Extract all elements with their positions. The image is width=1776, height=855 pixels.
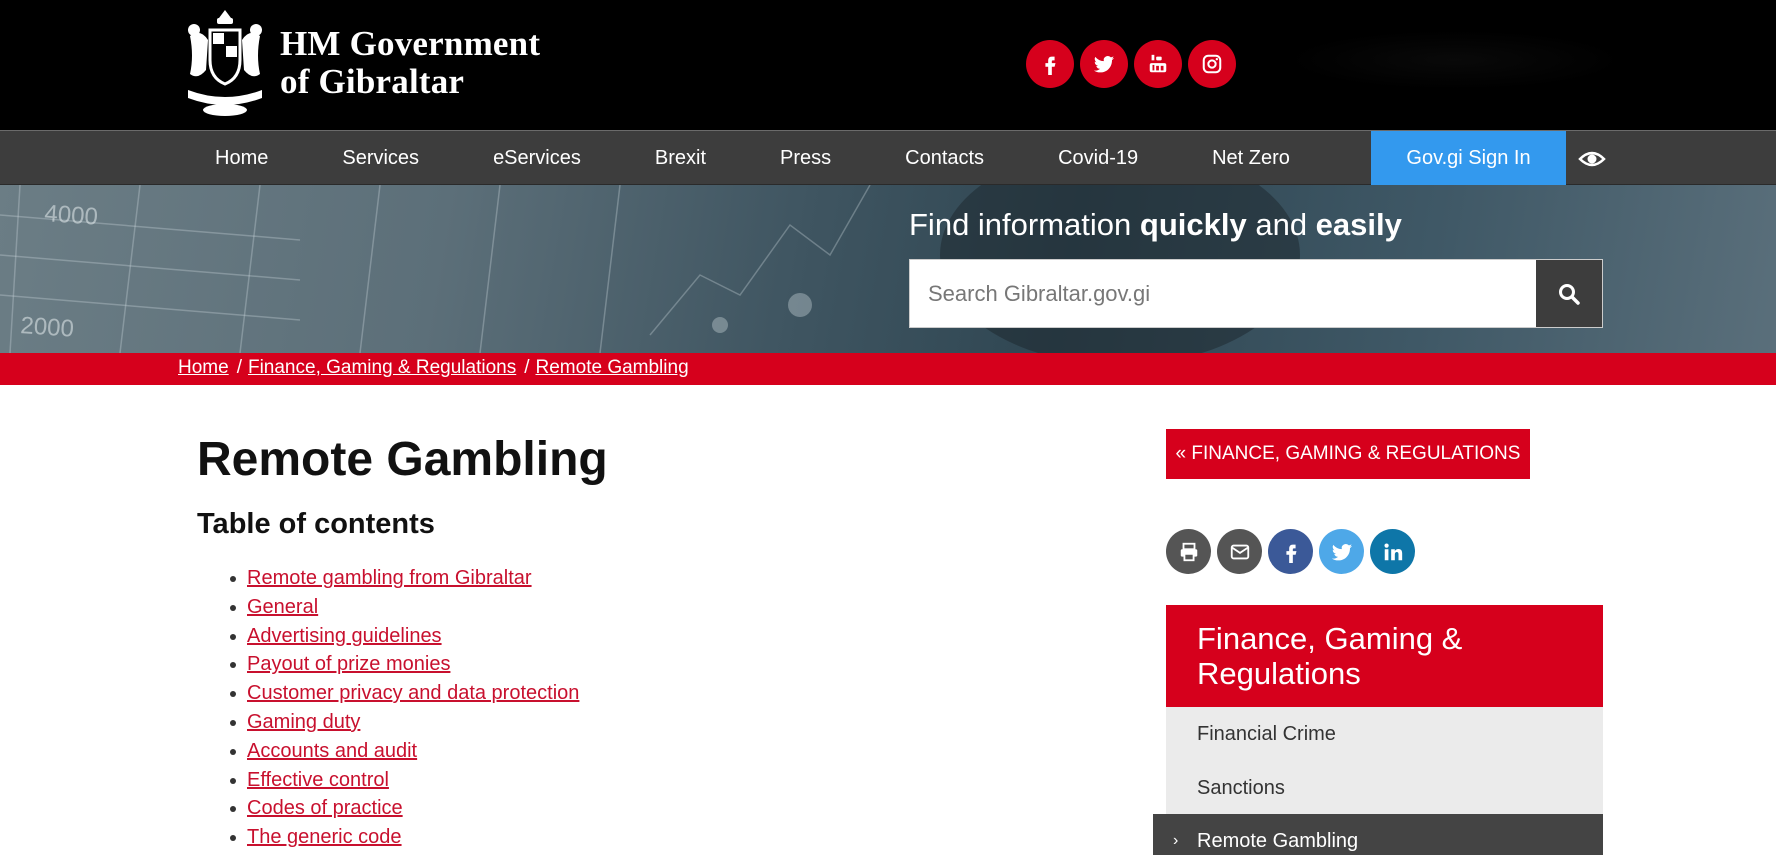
list-item: Effective control [229,766,579,795]
twitter-link[interactable] [1080,40,1128,88]
linkedin-share-button[interactable] [1370,529,1415,574]
email-button[interactable] [1217,529,1262,574]
search-form [909,259,1603,328]
toc-link[interactable]: Accounts and audit [247,740,417,762]
coat-of-arms-icon [188,10,262,116]
nav-items: Home Services eServices Brexit Press Con… [178,131,1327,185]
main-nav: Home Services eServices Brexit Press Con… [0,130,1776,186]
instagram-link[interactable] [1188,40,1236,88]
facebook-icon [1045,56,1056,75]
site-logo[interactable]: HM Government of Gibraltar [180,6,540,120]
share-buttons [1166,529,1415,574]
list-item: Remote gambling from Gibraltar [229,564,579,593]
instagram-icon [1202,54,1222,74]
sidebar-section-title: Finance, Gaming & Regulations [1166,605,1603,707]
breadcrumb-separator: / [524,357,530,378]
breadcrumb-home[interactable]: Home [178,357,229,378]
search-icon [1559,283,1580,305]
nav-item-eservices[interactable]: eServices [456,131,618,185]
list-item: The generic code [229,823,579,852]
facebook-share-button[interactable] [1268,529,1313,574]
nav-item-contacts[interactable]: Contacts [868,131,1021,185]
facebook-share-icon [1285,544,1296,563]
page-title: Remote Gambling [197,433,608,486]
header-decor [1285,30,1625,90]
nav-item-home[interactable]: Home [178,131,305,185]
breadcrumb-finance[interactable]: Finance, Gaming & Regulations [248,357,516,378]
email-icon [1230,544,1249,559]
toc-link[interactable]: Codes of practice [247,797,403,819]
breadcrumb: Home / Finance, Gaming & Regulations / Remot… [178,357,689,379]
hero-bg-label-top: 4000 [44,200,99,231]
nav-item-covid[interactable]: Covid-19 [1021,131,1175,185]
hero-bg-label-bottom: 2000 [20,312,75,343]
top-header: HM Government of Gibraltar [0,0,1776,130]
youtube-icon [1149,54,1167,73]
sidebar-item-sanctions[interactable]: Sanctions [1166,761,1603,815]
twitter-icon [1093,56,1115,73]
sign-in-button[interactable]: Gov.gi Sign In [1371,131,1566,186]
toc-link[interactable]: General [247,596,318,618]
sidebar-item-financial-crime[interactable]: Financial Crime [1166,707,1603,761]
twitter-share-button[interactable] [1319,529,1364,574]
toc-link[interactable]: Customer privacy and data protection [247,682,579,704]
logo-text: HM Government of Gibraltar [280,25,540,101]
toc-title: Table of contents [197,508,435,540]
logo-line-1: HM Government [280,24,541,63]
linkedin-share-icon [1383,542,1402,560]
toc-link[interactable]: Effective control [247,769,389,791]
double-chevron-left-icon: « [1175,443,1187,464]
list-item: Payout of prize monies [229,650,579,679]
sidebar-menu: Financial Crime Sanctions [1166,707,1603,815]
list-item: Customer privacy and data protection [229,679,579,708]
toc-link[interactable]: Remote gambling from Gibraltar [247,567,532,589]
eye-icon[interactable] [1578,145,1606,173]
nav-item-services[interactable]: Services [305,131,456,185]
chevron-right-icon: › [1173,832,1179,849]
social-links [1026,40,1236,88]
table-of-contents: Remote gambling from Gibraltar General A… [229,564,579,852]
list-item: Accounts and audit [229,737,579,766]
back-button-label: FINANCE, GAMING & REGULATIONS [1191,443,1521,464]
hero-title-part2: and [1246,207,1316,242]
toc-link[interactable]: Advertising guidelines [247,625,442,647]
twitter-share-icon [1331,543,1352,560]
hero-title-part1: Find information [909,207,1140,242]
hero-title-bold1: quickly [1139,207,1247,242]
search-button[interactable] [1536,260,1602,327]
toc-link[interactable]: Gaming duty [247,711,360,733]
list-item: Gaming duty [229,708,579,737]
toc-link[interactable]: The generic code [247,826,402,848]
nav-item-net-zero[interactable]: Net Zero [1175,131,1327,185]
youtube-link[interactable] [1134,40,1182,88]
search-input[interactable] [910,260,1536,327]
sidebar-item-label: Remote Gambling [1197,830,1359,852]
hero-title: Find information quickly and easily [909,207,1402,243]
nav-item-press[interactable]: Press [743,131,868,185]
print-button[interactable] [1166,529,1211,574]
breadcrumb-separator: / [236,357,242,378]
nav-item-brexit[interactable]: Brexit [618,131,743,185]
facebook-link[interactable] [1026,40,1074,88]
logo-line-2: of Gibraltar [280,62,465,101]
hero-title-bold2: easily [1315,207,1402,242]
list-item: Advertising guidelines [229,622,579,651]
list-item: Codes of practice [229,794,579,823]
print-icon [1180,542,1197,561]
toc-link[interactable]: Payout of prize monies [247,653,450,675]
sidebar-item-remote-gambling[interactable]: › Remote Gambling [1153,814,1603,855]
back-to-section-button[interactable]: « FINANCE, GAMING & REGULATIONS [1166,429,1530,479]
hero-banner: 4000 2000 Find information quickly and e… [0,185,1776,353]
breadcrumb-bar: Home / Finance, Gaming & Regulations / Remot… [0,353,1776,385]
list-item: General [229,593,579,622]
breadcrumb-current[interactable]: Remote Gambling [536,357,689,378]
